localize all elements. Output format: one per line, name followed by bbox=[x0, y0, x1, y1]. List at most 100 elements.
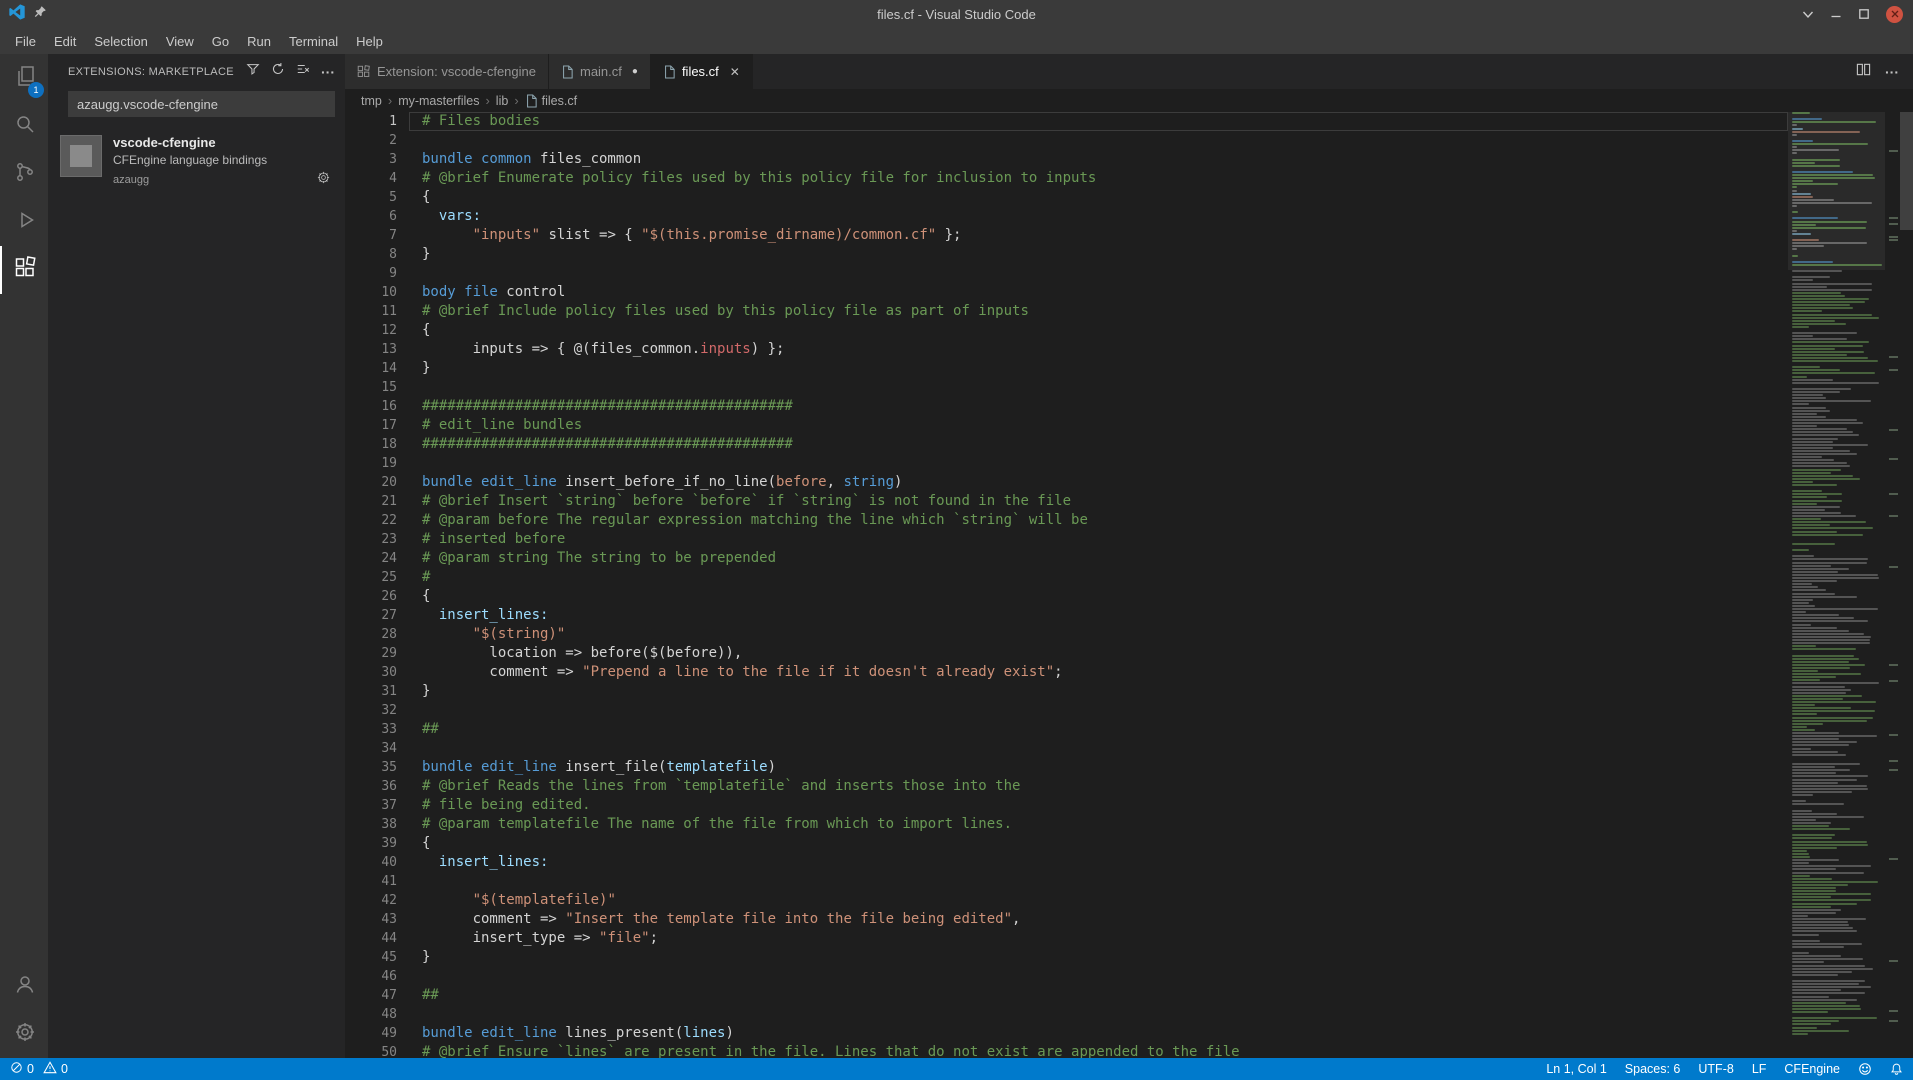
code-line[interactable]: 14} bbox=[345, 359, 1788, 378]
code-line[interactable]: 43 comment => "Insert the template file … bbox=[345, 910, 1788, 929]
eol-indicator[interactable]: LF bbox=[1752, 1062, 1767, 1076]
breadcrumb-file[interactable]: files.cf bbox=[525, 94, 577, 108]
code-line[interactable]: 36# @brief Reads the lines from `templat… bbox=[345, 777, 1788, 796]
cursor-position[interactable]: Ln 1, Col 1 bbox=[1546, 1062, 1606, 1076]
tab-extension-vscode-cfengine[interactable]: Extension: vscode-cfengine bbox=[345, 54, 549, 89]
breadcrumb-item-tmp[interactable]: tmp bbox=[361, 94, 382, 108]
code-line[interactable]: 30 comment => "Prepend a line to the fil… bbox=[345, 663, 1788, 682]
code-line[interactable]: 34 bbox=[345, 739, 1788, 758]
more-actions-icon[interactable]: ··· bbox=[321, 68, 335, 76]
code-line[interactable]: 23# inserted before bbox=[345, 530, 1788, 549]
menu-item-view[interactable]: View bbox=[157, 32, 203, 51]
code-line[interactable]: 1# Files bodies bbox=[345, 112, 1788, 131]
activity-item-accounts[interactable] bbox=[0, 962, 48, 1010]
activity-item-extensions[interactable] bbox=[0, 246, 48, 294]
activity-item-source-control[interactable] bbox=[0, 150, 48, 198]
code-line[interactable]: 35bundle edit_line insert_file(templatef… bbox=[345, 758, 1788, 777]
menu-item-terminal[interactable]: Terminal bbox=[280, 32, 347, 51]
tab-main-cf[interactable]: main.cf● bbox=[549, 54, 651, 89]
minimize-button[interactable] bbox=[1830, 8, 1842, 20]
extension-manage-gear-icon[interactable] bbox=[316, 170, 331, 190]
code-line[interactable]: 32 bbox=[345, 701, 1788, 720]
code-line[interactable]: 39{ bbox=[345, 834, 1788, 853]
code-line[interactable]: 31} bbox=[345, 682, 1788, 701]
activity-item-run-debug[interactable] bbox=[0, 198, 48, 246]
code-line[interactable]: 3bundle common files_common bbox=[345, 150, 1788, 169]
chevron-down-icon[interactable] bbox=[1802, 10, 1814, 19]
tab-files-cf[interactable]: files.cf✕ bbox=[651, 54, 753, 89]
code-line[interactable]: 27 insert_lines: bbox=[345, 606, 1788, 625]
code-line[interactable]: 44 insert_type => "file"; bbox=[345, 929, 1788, 948]
code-line[interactable]: 26{ bbox=[345, 587, 1788, 606]
code-line[interactable]: 8} bbox=[345, 245, 1788, 264]
code-line[interactable]: 17# edit_line bundles bbox=[345, 416, 1788, 435]
code-line[interactable]: 18######################################… bbox=[345, 435, 1788, 454]
code-line[interactable]: 25# bbox=[345, 568, 1788, 587]
breadcrumb-item-my-masterfiles[interactable]: my-masterfiles bbox=[398, 94, 479, 108]
code-line[interactable]: 42 "$(templatefile)" bbox=[345, 891, 1788, 910]
code-line[interactable]: 29 location => before($(before)), bbox=[345, 644, 1788, 663]
filter-icon[interactable] bbox=[246, 62, 260, 81]
extensions-search-input[interactable] bbox=[68, 91, 335, 117]
clear-search-icon[interactable] bbox=[296, 62, 310, 81]
activity-item-search[interactable] bbox=[0, 102, 48, 150]
menu-item-selection[interactable]: Selection bbox=[85, 32, 156, 51]
code-line[interactable]: 20bundle edit_line insert_before_if_no_l… bbox=[345, 473, 1788, 492]
menu-item-help[interactable]: Help bbox=[347, 32, 392, 51]
code-line[interactable]: 49bundle edit_line lines_present(lines) bbox=[345, 1024, 1788, 1043]
code-line[interactable]: 41 bbox=[345, 872, 1788, 891]
bell-icon[interactable] bbox=[1890, 1062, 1903, 1076]
menu-item-go[interactable]: Go bbox=[203, 32, 238, 51]
code-line[interactable]: 45} bbox=[345, 948, 1788, 967]
code-line[interactable]: 48 bbox=[345, 1005, 1788, 1024]
code-line[interactable]: 33## bbox=[345, 720, 1788, 739]
split-editor-icon[interactable] bbox=[1856, 62, 1871, 82]
code-line[interactable]: 19 bbox=[345, 454, 1788, 473]
code-line[interactable]: 10body file control bbox=[345, 283, 1788, 302]
code-line[interactable]: 7 "inputs" slist => { "$(this.promise_di… bbox=[345, 226, 1788, 245]
code-line[interactable]: 6 vars: bbox=[345, 207, 1788, 226]
scrollbar-thumb[interactable] bbox=[1900, 112, 1913, 230]
code-line[interactable]: 38# @param templatefile The name of the … bbox=[345, 815, 1788, 834]
code-line[interactable]: 47## bbox=[345, 986, 1788, 1005]
code-line[interactable]: 46 bbox=[345, 967, 1788, 986]
code-line[interactable]: 13 inputs => { @(files_common.inputs) }; bbox=[345, 340, 1788, 359]
breadcrumb-item-lib[interactable]: lib bbox=[496, 94, 509, 108]
minimap-line bbox=[1792, 608, 1878, 610]
menu-item-run[interactable]: Run bbox=[238, 32, 280, 51]
activity-item-explorer[interactable]: 1 bbox=[0, 54, 48, 102]
code-line[interactable]: 15 bbox=[345, 378, 1788, 397]
feedback-smiley-icon[interactable] bbox=[1858, 1062, 1872, 1076]
code-line[interactable]: 2 bbox=[345, 131, 1788, 150]
encoding-indicator[interactable]: UTF-8 bbox=[1698, 1062, 1733, 1076]
code-line[interactable]: 28 "$(string)" bbox=[345, 625, 1788, 644]
code-line[interactable]: 21# @brief Insert `string` before `befor… bbox=[345, 492, 1788, 511]
problems-indicator[interactable]: 0 0 bbox=[10, 1061, 68, 1077]
menu-item-file[interactable]: File bbox=[6, 32, 45, 51]
pin-icon[interactable] bbox=[34, 5, 47, 23]
close-tab-icon[interactable]: ✕ bbox=[730, 65, 740, 79]
code-line[interactable]: 5{ bbox=[345, 188, 1788, 207]
code-line[interactable]: 37# file being edited. bbox=[345, 796, 1788, 815]
maximize-button[interactable] bbox=[1858, 8, 1870, 20]
code-line[interactable]: 22# @param before The regular expression… bbox=[345, 511, 1788, 530]
code-line[interactable]: 4# @brief Enumerate policy files used by… bbox=[345, 169, 1788, 188]
code-line[interactable]: 11# @brief Include policy files used by … bbox=[345, 302, 1788, 321]
menu-item-edit[interactable]: Edit bbox=[45, 32, 85, 51]
code-line[interactable]: 9 bbox=[345, 264, 1788, 283]
code-line[interactable]: 50# @brief Ensure `lines` are present in… bbox=[345, 1043, 1788, 1058]
extension-list-item[interactable]: vscode-cfengine CFEngine language bindin… bbox=[48, 127, 345, 198]
indentation-indicator[interactable]: Spaces: 6 bbox=[1625, 1062, 1681, 1076]
minimap-line bbox=[1792, 174, 1873, 176]
activity-item-settings[interactable] bbox=[0, 1010, 48, 1058]
code-line[interactable]: 16######################################… bbox=[345, 397, 1788, 416]
code-line[interactable]: 12{ bbox=[345, 321, 1788, 340]
more-actions-icon[interactable]: ··· bbox=[1885, 64, 1899, 80]
code-editor[interactable]: 1# Files bodies23bundle common files_com… bbox=[345, 112, 1913, 1058]
refresh-icon[interactable] bbox=[271, 62, 285, 81]
minimap[interactable] bbox=[1788, 112, 1885, 1058]
language-mode[interactable]: CFEngine bbox=[1784, 1062, 1840, 1076]
code-line[interactable]: 40 insert_lines: bbox=[345, 853, 1788, 872]
close-window-button[interactable] bbox=[1886, 6, 1903, 23]
code-line[interactable]: 24# @param string The string to be prepe… bbox=[345, 549, 1788, 568]
